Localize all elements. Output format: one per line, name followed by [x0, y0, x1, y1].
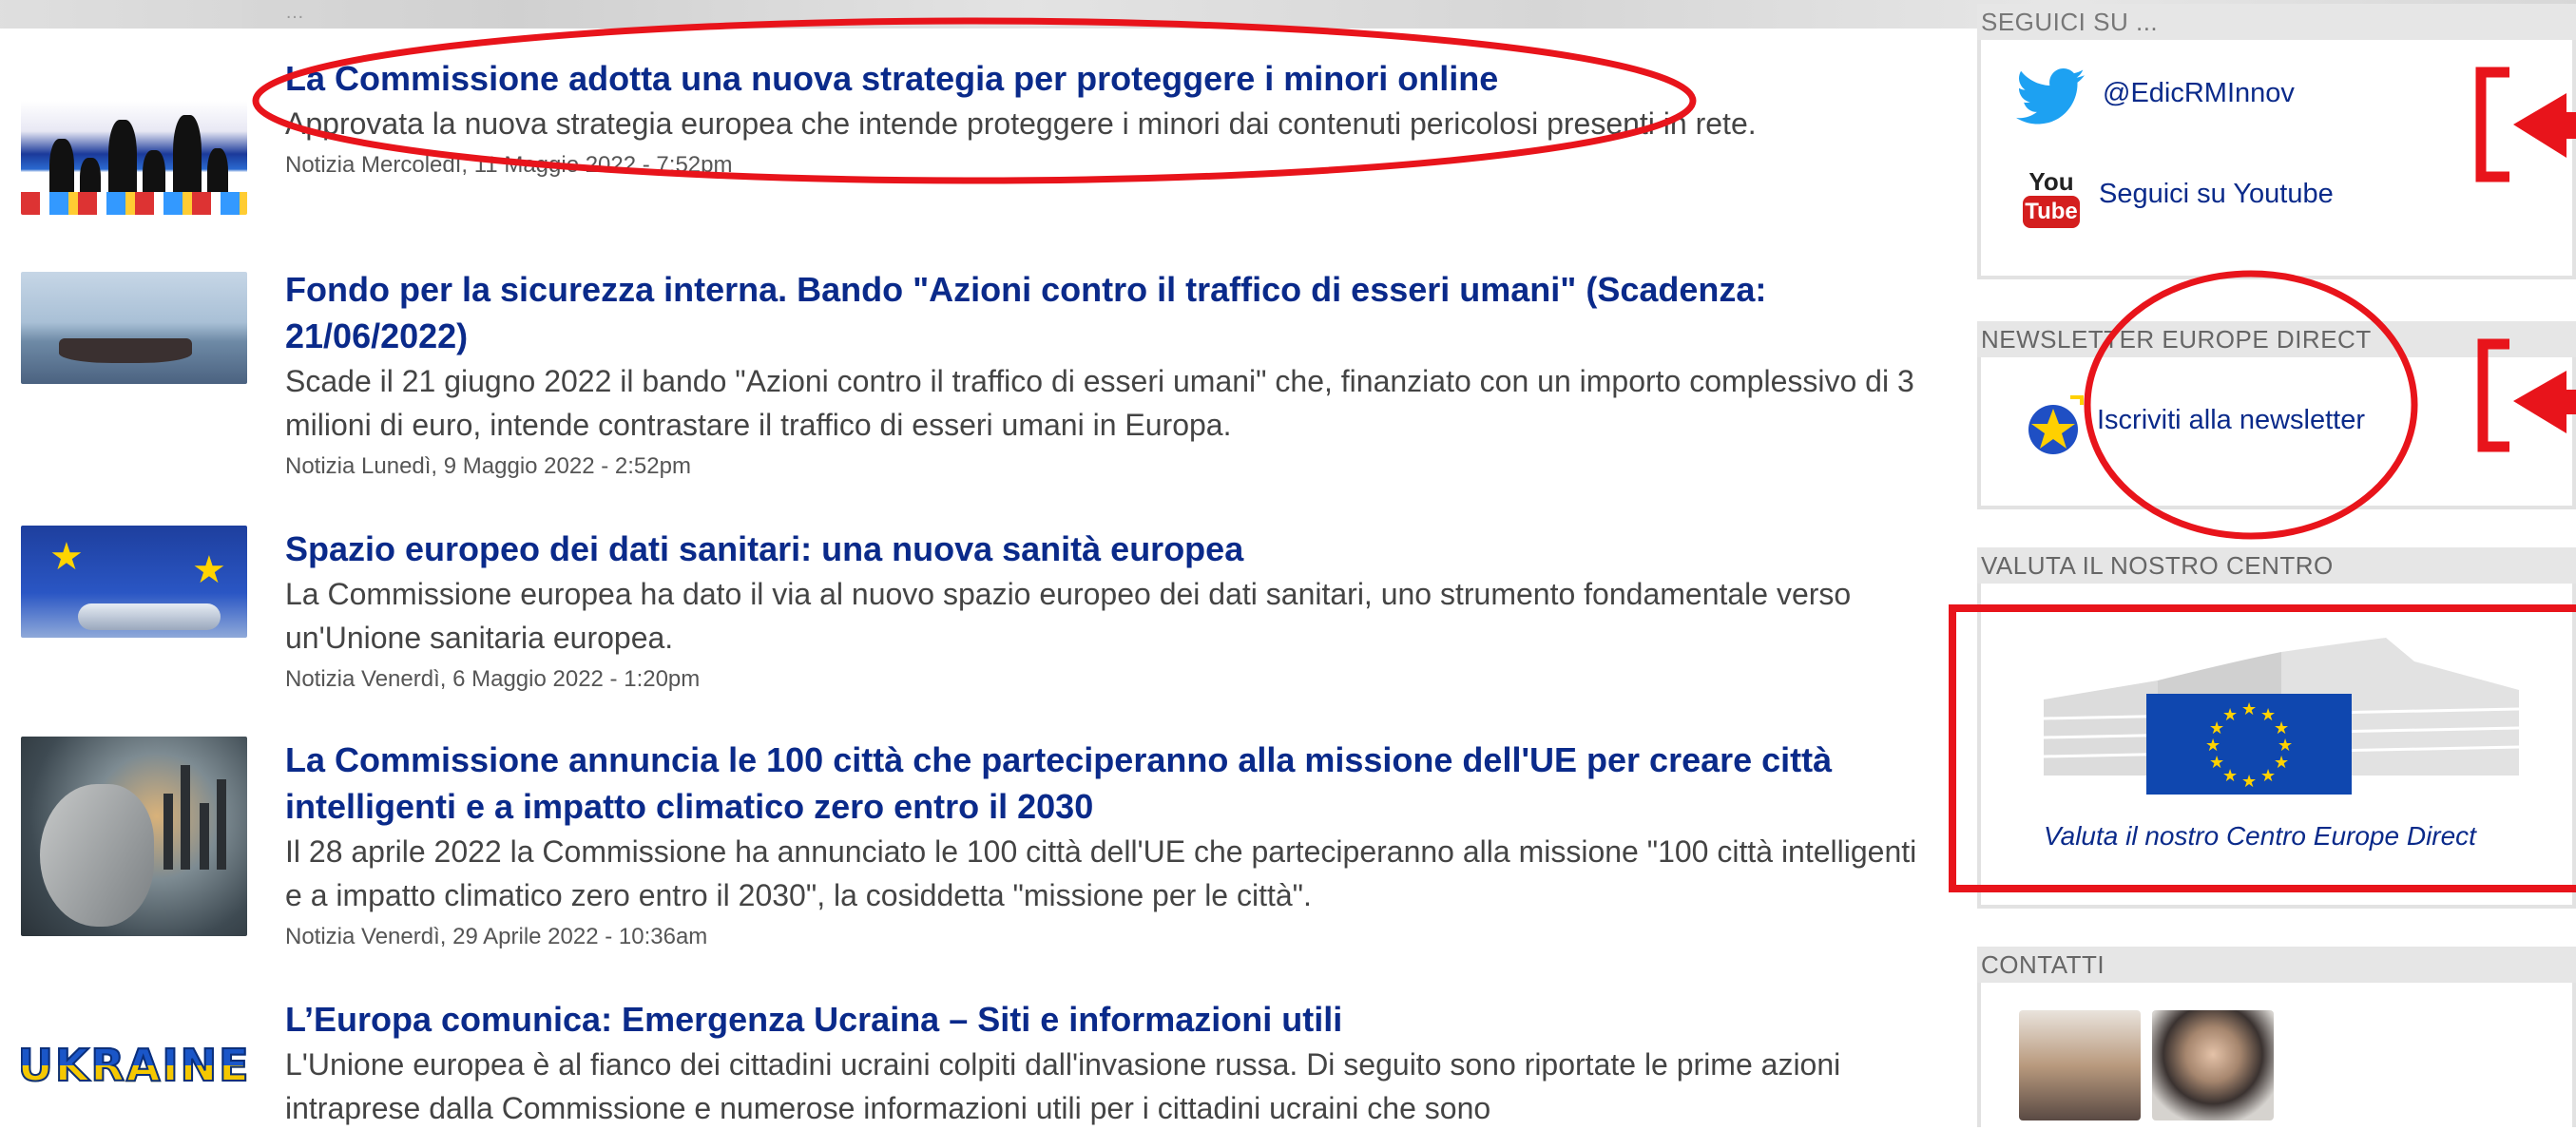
svg-text:★: ★: [2222, 766, 2238, 786]
news-thumbnail-ukraine[interactable]: UKRAINE: [21, 1032, 247, 1099]
news-title-link[interactable]: L’Europa comunica: Emergenza Ucraina – S…: [285, 996, 1920, 1043]
news-title-link[interactable]: Fondo per la sicurezza interna. Bando "A…: [285, 266, 1920, 359]
twitter-link[interactable]: @EdicRMInnov: [2103, 78, 2295, 109]
twitter-icon[interactable]: [2013, 68, 2087, 125]
svg-text:★: ★: [2260, 766, 2276, 786]
news-summary: La Commissione europea ha dato il via al…: [285, 577, 1852, 655]
news-meta: Notizia Venerdì, 6 Maggio 2022 - 1:20pm: [285, 666, 701, 692]
european-commission-logo[interactable]: ★ ★★ ★★★ ★★★ ★★★: [2044, 633, 2519, 795]
news-thumbnail-sea[interactable]: [21, 272, 247, 384]
news-summary: L'Unione europea è al fianco dei cittadi…: [285, 1047, 1841, 1125]
svg-text:★: ★: [2209, 753, 2224, 773]
follow-box: SEGUICI SU ... @EdicRMInnov You Tube Seg…: [1977, 4, 2576, 279]
news-text: L’Europa comunica: Emergenza Ucraina – S…: [285, 996, 1920, 1130]
faded-top-text: …: [285, 2, 304, 23]
newsletter-subscribe-link[interactable]: Iscriviti alla newsletter: [2097, 405, 2365, 436]
svg-text:★: ★: [2241, 699, 2257, 719]
rate-box-header: VALUTA IL NOSTRO CENTRO: [1977, 547, 2576, 584]
newsletter-box: NEWSLETTER EUROPE DIRECT Iscriviti alla …: [1977, 321, 2576, 509]
svg-text:★: ★: [2241, 772, 2257, 792]
news-title-link[interactable]: La Commissione adotta una nuova strategi…: [285, 55, 1920, 102]
contact-photo[interactable]: [2019, 1010, 2141, 1120]
youtube-icon[interactable]: You Tube: [2023, 167, 2080, 228]
newsletter-star-icon[interactable]: [2023, 392, 2089, 458]
svg-text:★: ★: [2274, 753, 2289, 773]
news-thumbnail-smart-city[interactable]: [21, 737, 247, 936]
news-text: Fondo per la sicurezza interna. Bando "A…: [285, 266, 1920, 487]
news-title-link[interactable]: La Commissione annuncia le 100 città che…: [285, 737, 1920, 830]
news-summary: Approvata la nuova strategia europea che…: [285, 106, 1757, 141]
newsletter-box-header: NEWSLETTER EUROPE DIRECT: [1977, 321, 2576, 357]
ukraine-logo-text: UKRAINE: [21, 1039, 247, 1092]
sidebar: SEGUICI SU ... @EdicRMInnov You Tube Seg…: [1977, 0, 2576, 1127]
news-text: La Commissione adotta una nuova strategi…: [285, 55, 1920, 185]
news-text: La Commissione annuncia le 100 città che…: [285, 737, 1920, 957]
contacts-box-header: CONTATTI: [1977, 947, 2576, 983]
news-text: Spazio europeo dei dati sanitari: una nu…: [285, 526, 1920, 699]
news-title-link[interactable]: Spazio europeo dei dati sanitari: una nu…: [285, 526, 1920, 572]
follow-box-header: SEGUICI SU ...: [1977, 4, 2576, 40]
rate-centre-box: VALUTA IL NOSTRO CENTRO ★ ★ ★ ★ ★ ★ ★ ★ ★ ★ ★ ★ …: [1977, 547, 2576, 909]
svg-text:★: ★: [2205, 736, 2220, 756]
news-meta: Notizia Lunedì, 9 Maggio 2022 - 2:52pm: [285, 453, 691, 479]
contact-photo[interactable]: [2152, 1010, 2274, 1120]
youtube-link[interactable]: Seguici su Youtube: [2099, 179, 2334, 210]
news-meta: Notizia Mercoledì, 11 Maggio 2022 - 7:52…: [285, 152, 733, 178]
news-thumbnail-health[interactable]: ★ ★: [21, 526, 247, 638]
news-summary: Il 28 aprile 2022 la Commissione ha annu…: [285, 834, 1917, 912]
news-summary: Scade il 21 giugno 2022 il bando "Azioni…: [285, 364, 1914, 442]
news-thumbnail-children[interactable]: [21, 63, 247, 215]
rate-centre-link[interactable]: Valuta il nostro Centro Europe Direct: [2044, 821, 2476, 852]
news-meta: Notizia Venerdì, 29 Aprile 2022 - 10:36a…: [285, 924, 708, 949]
svg-text:★: ★: [2222, 705, 2238, 725]
